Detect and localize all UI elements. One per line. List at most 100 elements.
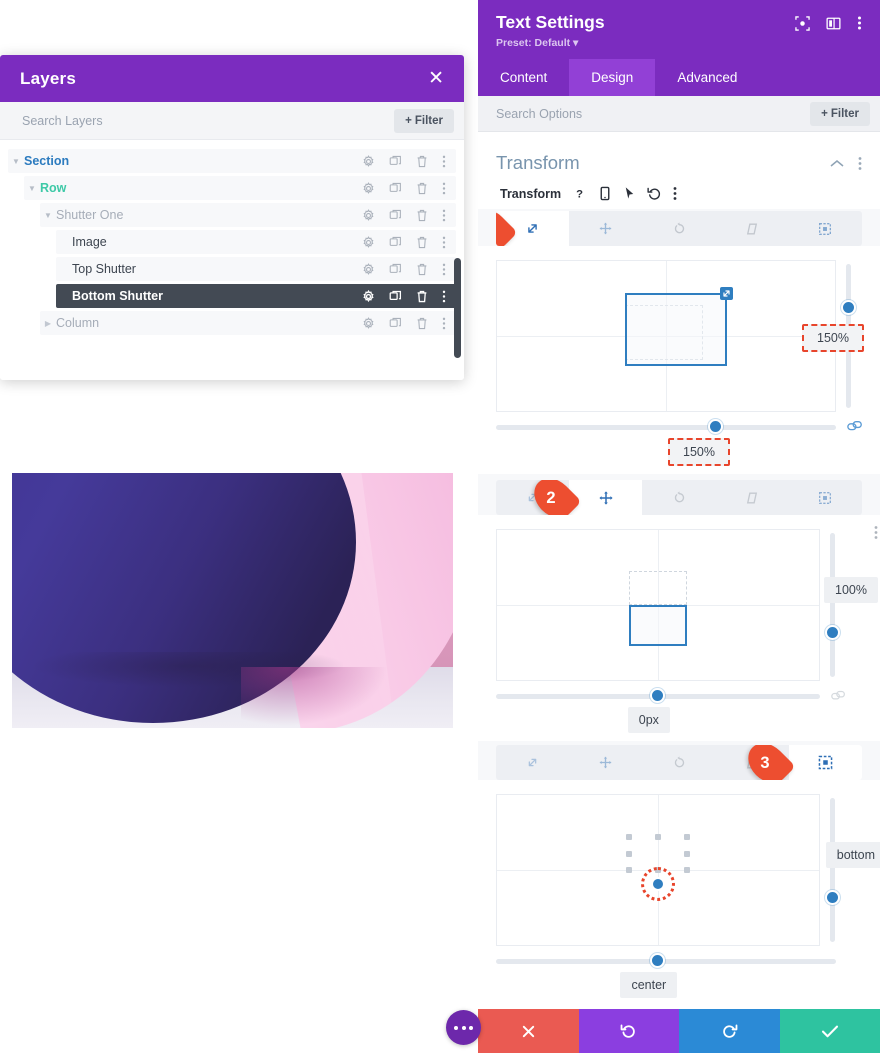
origin-horizontal-knob[interactable]	[650, 953, 665, 968]
gear-icon[interactable]	[362, 316, 375, 330]
focus-target-icon[interactable]	[795, 15, 810, 31]
translate-canvas[interactable]	[496, 529, 820, 681]
link-icon[interactable]	[847, 420, 863, 433]
origin-vertical-value[interactable]: bottom	[825, 842, 880, 868]
cursor-icon[interactable]	[623, 186, 636, 201]
kebab-icon[interactable]	[673, 186, 677, 201]
transform-tab-skew-2[interactable]	[716, 480, 789, 515]
trash-icon[interactable]	[416, 209, 428, 222]
scale-horizontal-knob[interactable]	[708, 419, 724, 434]
layer-row-section[interactable]: ▼ Section	[8, 149, 456, 173]
gear-icon[interactable]	[362, 208, 375, 222]
layers-filter-button[interactable]: + Filter	[394, 108, 454, 133]
duplicate-icon[interactable]	[389, 317, 402, 330]
transform-tab-translate-2[interactable]	[569, 480, 643, 515]
duplicate-icon[interactable]	[389, 155, 402, 168]
trash-icon[interactable]	[416, 155, 428, 168]
kebab-icon[interactable]	[442, 236, 446, 249]
translate-vertical-knob[interactable]	[825, 624, 840, 640]
layers-scrollbar[interactable]	[454, 258, 461, 358]
gear-icon[interactable]	[362, 154, 375, 168]
kebab-icon[interactable]	[442, 263, 446, 276]
redo-button[interactable]	[679, 1009, 780, 1053]
translate-vertical-value[interactable]: 100%	[824, 577, 878, 603]
transform-tab-rotate[interactable]	[642, 211, 715, 246]
chevron-right-icon[interactable]: ▶	[40, 319, 56, 328]
translate-horizontal-slider[interactable]	[496, 685, 846, 707]
scale-horizontal-value[interactable]: 150%	[668, 438, 730, 466]
translate-horizontal-value[interactable]: 0px	[627, 707, 670, 733]
trash-icon[interactable]	[416, 182, 428, 195]
transform-tab-origin-2[interactable]	[789, 480, 862, 515]
undo-button[interactable]	[578, 1009, 679, 1053]
layout-columns-icon[interactable]	[826, 16, 841, 31]
scale-horizontal-slider[interactable]	[496, 416, 862, 438]
cancel-button[interactable]	[478, 1009, 579, 1053]
reset-icon[interactable]	[647, 186, 662, 201]
transform-tab-origin-3[interactable]	[788, 745, 862, 780]
chevron-down-icon[interactable]: ▼	[8, 157, 24, 166]
tab-design[interactable]: Design	[569, 59, 656, 96]
mobile-icon[interactable]	[598, 186, 612, 201]
trash-icon[interactable]	[416, 236, 428, 249]
search-layers-input[interactable]	[22, 113, 322, 128]
chevron-down-icon[interactable]: ▼	[24, 184, 40, 193]
settings-preset-selector[interactable]: Preset: Default ▾	[496, 37, 605, 49]
translate-vertical-slider[interactable]	[820, 529, 846, 681]
duplicate-icon[interactable]	[389, 209, 402, 222]
transform-tab-rotate-2[interactable]	[642, 480, 715, 515]
origin-horizontal-value[interactable]: center	[620, 972, 678, 998]
scale-canvas[interactable]	[496, 260, 836, 412]
translate-horizontal-knob[interactable]	[650, 688, 665, 703]
transform-tab-translate-3[interactable]	[569, 745, 642, 780]
scale-vertical-knob[interactable]	[841, 299, 856, 315]
tab-advanced[interactable]: Advanced	[655, 59, 759, 96]
gear-icon[interactable]	[362, 181, 375, 195]
save-button[interactable]	[779, 1009, 880, 1053]
origin-point-knob[interactable]	[651, 877, 665, 891]
link-icon[interactable]	[831, 690, 846, 702]
layer-row-shutter-one[interactable]: ▼ Shutter One	[40, 203, 456, 227]
trash-icon[interactable]	[416, 317, 428, 330]
layer-row-column[interactable]: ▶ Column	[40, 311, 456, 335]
kebab-icon[interactable]	[874, 525, 878, 540]
chevron-up-icon[interactable]	[830, 159, 844, 168]
scale-handle[interactable]	[719, 286, 733, 300]
kebab-icon[interactable]	[442, 290, 446, 303]
origin-canvas[interactable]	[496, 794, 820, 946]
transform-tab-translate[interactable]	[569, 211, 642, 246]
gear-icon[interactable]	[362, 235, 375, 249]
scale-vertical-value[interactable]: 150%	[802, 324, 864, 352]
kebab-icon[interactable]	[442, 317, 446, 330]
layer-row-bottom-shutter[interactable]: Bottom Shutter	[56, 284, 456, 308]
close-icon[interactable]: ✕	[428, 69, 444, 88]
transform-tab-origin[interactable]	[789, 211, 862, 246]
chevron-down-icon[interactable]: ▼	[40, 211, 56, 220]
layer-row-top-shutter[interactable]: Top Shutter	[56, 257, 456, 281]
transform-tab-skew[interactable]	[716, 211, 789, 246]
duplicate-icon[interactable]	[389, 182, 402, 195]
more-options-fab[interactable]	[446, 1010, 481, 1045]
origin-horizontal-slider[interactable]	[496, 950, 846, 972]
kebab-icon[interactable]	[442, 155, 446, 168]
origin-vertical-slider[interactable]	[820, 794, 846, 946]
tab-content[interactable]: Content	[478, 59, 569, 96]
options-filter-button[interactable]: + Filter	[810, 101, 870, 126]
trash-icon[interactable]	[416, 263, 428, 276]
origin-vertical-knob[interactable]	[825, 889, 840, 905]
duplicate-icon[interactable]	[389, 290, 402, 303]
gear-icon[interactable]	[362, 262, 375, 276]
layer-row-row[interactable]: ▼ Row	[24, 176, 456, 200]
help-icon[interactable]: ?	[572, 186, 587, 201]
search-options-input[interactable]	[496, 106, 746, 121]
layer-row-image[interactable]: Image	[56, 230, 456, 254]
duplicate-icon[interactable]	[389, 263, 402, 276]
kebab-icon[interactable]	[858, 156, 862, 171]
kebab-icon[interactable]	[857, 15, 862, 31]
kebab-icon[interactable]	[442, 182, 446, 195]
duplicate-icon[interactable]	[389, 236, 402, 249]
gear-icon[interactable]	[362, 289, 375, 303]
transform-tab-rotate-3[interactable]	[642, 745, 715, 780]
kebab-icon[interactable]	[442, 209, 446, 222]
transform-tab-scale-3[interactable]	[496, 745, 569, 780]
